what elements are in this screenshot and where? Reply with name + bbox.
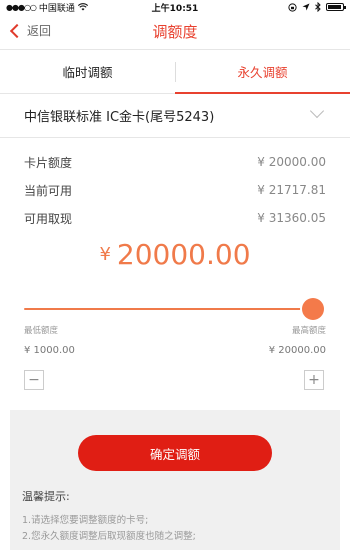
back-label: 返回 (27, 24, 52, 38)
amount-value: 20000.00 (116, 238, 251, 271)
decrease-button[interactable]: − (24, 370, 44, 390)
tab-bar: 临时调额 永久调额 (0, 50, 350, 94)
limit-slider-thumb[interactable] (302, 298, 324, 320)
nav-bar: 返回 调额度 (0, 14, 350, 50)
min-limit-label: 最低额度 (24, 326, 59, 336)
info-row-cash-available: 可用取现 ¥ 31360.05 (24, 208, 326, 228)
chevron-down-icon (309, 103, 325, 119)
battery-icon (326, 3, 346, 11)
tips-title: 温馨提示: (22, 490, 70, 503)
back-button[interactable]: 返回 (8, 22, 51, 39)
info-label: 卡片额度 (24, 155, 73, 170)
info-label: 可用取现 (24, 211, 73, 226)
increase-button[interactable]: + (304, 370, 324, 390)
currency-symbol: ¥ (99, 244, 111, 265)
info-label: 当前可用 (24, 183, 73, 198)
selected-amount: ¥20000.00 (0, 238, 350, 271)
info-value: ¥ 31360.05 (257, 211, 326, 225)
card-name: 中信银联标准 IC金卡(尾号5243) (24, 110, 215, 125)
tab-permanent-adjust[interactable]: 永久调额 (175, 50, 350, 94)
info-row-available: 当前可用 ¥ 21717.81 (24, 180, 326, 200)
tab-divider (175, 62, 176, 82)
tab-temporary-adjust[interactable]: 临时调额 (0, 50, 175, 93)
min-limit-value: ¥ 1000.00 (24, 345, 75, 356)
max-limit-label: 最高额度 (291, 326, 326, 336)
tip-line: 2.您永久额度调整后取现额度也随之调整; (22, 531, 196, 542)
card-selector[interactable]: 中信银联标准 IC金卡(尾号5243) (0, 94, 350, 138)
info-value: ¥ 21717.81 (257, 183, 326, 197)
info-row-card-limit: 卡片额度 ¥ 20000.00 (24, 152, 326, 172)
info-value: ¥ 20000.00 (257, 155, 326, 169)
chevron-left-icon (9, 23, 25, 38)
status-time: 上午10:51 (151, 3, 199, 14)
tip-line: 1.请选择您要调整额度的卡号; (22, 515, 149, 526)
status-bar: ●●●○○ 中国联通 上午10:51 (0, 0, 350, 14)
confirm-adjust-button[interactable]: 确定调额 (78, 435, 272, 471)
limit-slider-track[interactable] (24, 308, 314, 310)
page-title: 调额度 (152, 23, 198, 41)
max-limit-value: ¥ 20000.00 (268, 345, 326, 356)
